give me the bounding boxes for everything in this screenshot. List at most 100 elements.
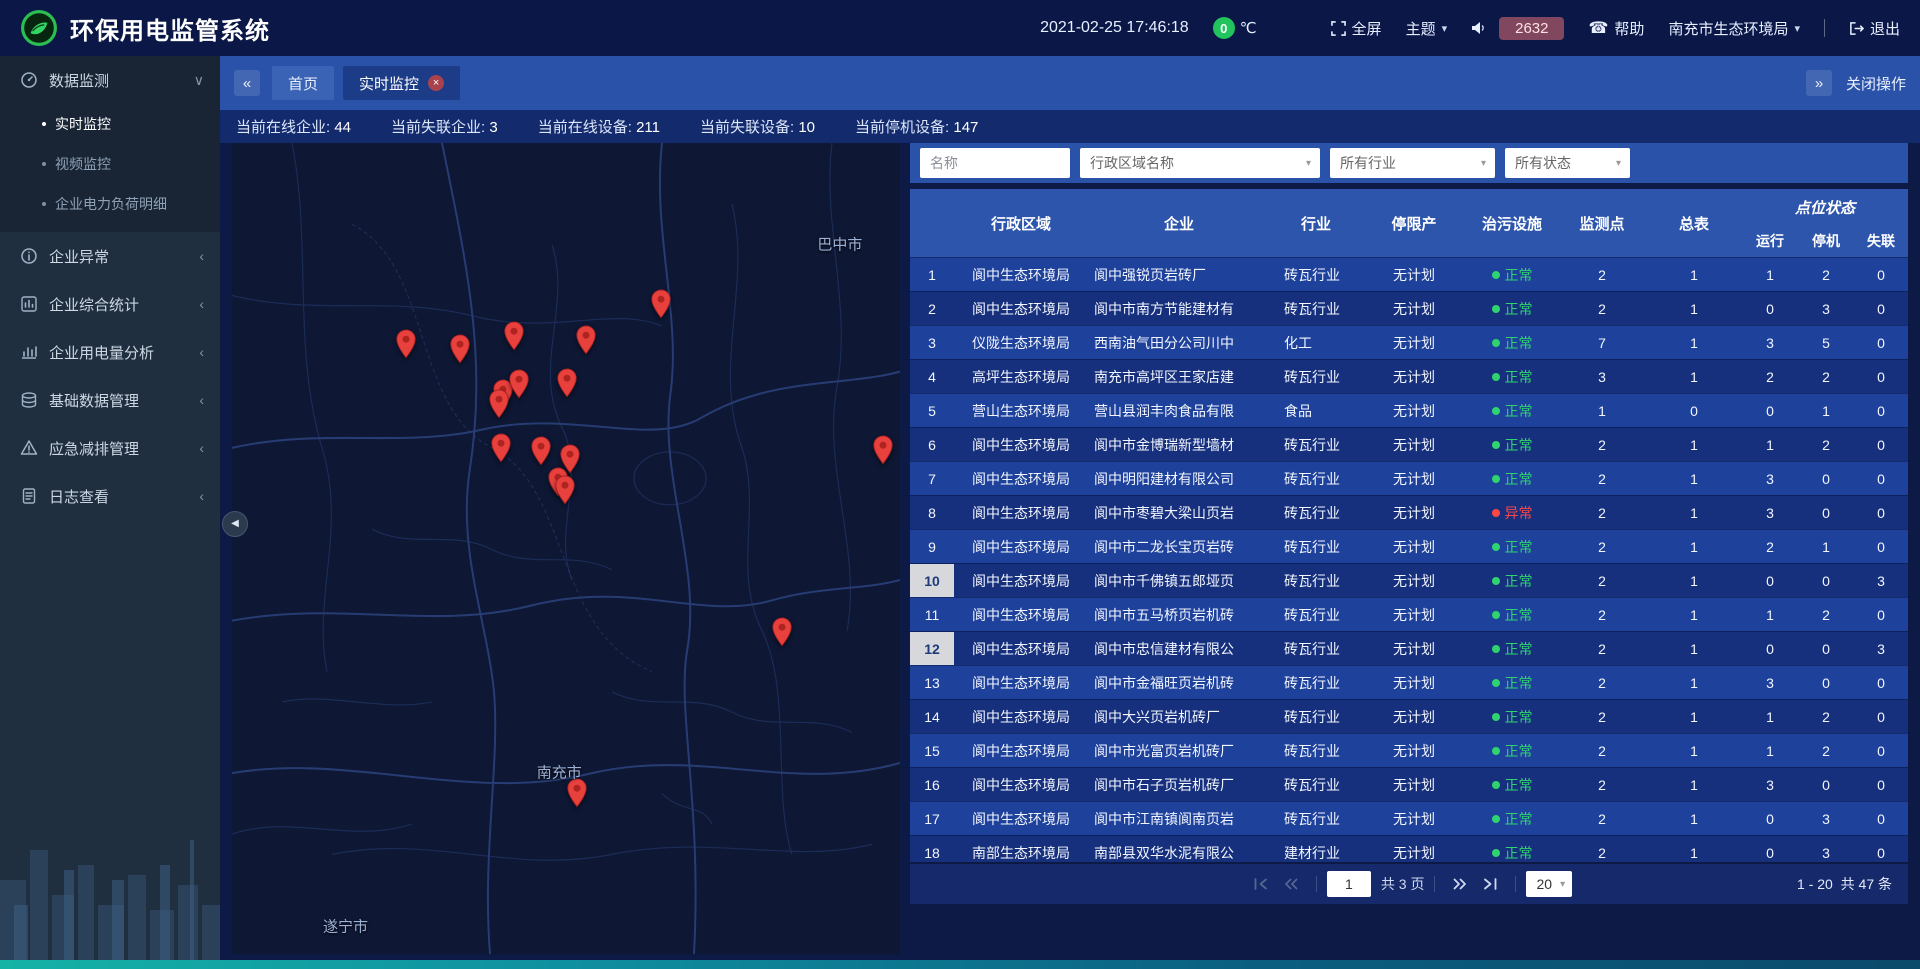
map-pin-icon[interactable] <box>650 289 671 319</box>
map-pin-icon[interactable] <box>490 433 511 463</box>
cell-run: 1 <box>1742 700 1798 733</box>
datetime-label: 2021-02-25 17:46:18 <box>1040 19 1189 37</box>
map-pin-icon[interactable] <box>395 329 416 359</box>
map-pin-icon[interactable] <box>450 334 471 364</box>
theme-dropdown[interactable]: 主题 ▾ <box>1406 18 1448 39</box>
status-filter-select[interactable]: 所有状态 ▾ <box>1505 148 1630 178</box>
cell-facility: 正常 <box>1466 258 1558 291</box>
tabs-scroll-left-button[interactable]: « <box>234 70 260 96</box>
notice-count-badge[interactable]: 2632 <box>1499 17 1564 40</box>
sidebar-item[interactable]: 企业电力负荷明细 <box>0 184 220 224</box>
cell-points: 2 <box>1558 598 1646 631</box>
cell-points: 2 <box>1558 564 1646 597</box>
page-number-input[interactable] <box>1327 871 1371 897</box>
map-pin-icon[interactable] <box>872 435 893 465</box>
table-header: 行政区域 企业 行业 停限产 治污设施 监测点 总表 点位状态 运行 停机 失联 <box>910 189 1908 257</box>
table-row[interactable]: 14阆中生态环境局阆中大兴页岩机砖厂砖瓦行业无计划正常21120 <box>910 699 1908 733</box>
sidebar-section-header[interactable]: 企业综合统计‹ <box>0 280 220 328</box>
chevron-down-icon: ▾ <box>1306 158 1311 169</box>
stat-label: 当前停机设备: <box>855 119 953 136</box>
map-pin-icon[interactable] <box>488 389 509 419</box>
industry-filter-select[interactable]: 所有行业 ▾ <box>1330 148 1495 178</box>
table-row[interactable]: 2阆中生态环境局阆中市南方节能建材有砖瓦行业无计划正常21030 <box>910 291 1908 325</box>
range-label: 1 - 20 <box>1797 876 1833 892</box>
table-row[interactable]: 4高坪生态环境局南充市高坪区王家店建砖瓦行业无计划正常31220 <box>910 359 1908 393</box>
sidebar-section-header[interactable]: 数据监测∨ <box>0 56 220 104</box>
table-row[interactable]: 10阆中生态环境局阆中市千佛镇五郎垭页砖瓦行业无计划正常21003 <box>910 563 1908 597</box>
table-row[interactable]: 11阆中生态环境局阆中市五马桥页岩机砖砖瓦行业无计划正常21120 <box>910 597 1908 631</box>
sidebar-section-header[interactable]: 应急减排管理‹ <box>0 424 220 472</box>
prev-page-button[interactable] <box>1283 878 1299 890</box>
map-pin-icon[interactable] <box>556 368 577 398</box>
table-row[interactable]: 6阆中生态环境局阆中市金博瑞新型墙材砖瓦行业无计划正常21120 <box>910 427 1908 461</box>
cell-points: 2 <box>1558 700 1646 733</box>
cell-facility: 正常 <box>1466 292 1558 325</box>
status-text: 正常 <box>1505 435 1533 455</box>
map-panel[interactable]: 巴中市南充市遂宁市 <box>232 143 900 954</box>
sidebar-item[interactable]: 实时监控 <box>0 104 220 144</box>
page-size-select[interactable]: 20 ▾ <box>1526 871 1572 897</box>
map-pin-icon[interactable] <box>531 436 552 466</box>
sidebar-section-header[interactable]: 基础数据管理‹ <box>0 376 220 424</box>
fullscreen-button[interactable]: 全屏 <box>1331 18 1382 39</box>
cell-industry: 砖瓦行业 <box>1270 666 1362 699</box>
close-operations-button[interactable]: 关闭操作 <box>1846 73 1906 94</box>
status-text: 正常 <box>1505 299 1533 319</box>
map-city-label: 巴中市 <box>817 234 862 255</box>
tab[interactable]: 首页 <box>272 66 334 100</box>
stat-item: 当前在线设备: 211 <box>538 116 660 137</box>
table-row[interactable]: 3仪陇生态环境局西南油气田分公司川中化工无计划正常71350 <box>910 325 1908 359</box>
status-dot-icon <box>1492 577 1500 585</box>
cell-meters: 1 <box>1646 326 1742 359</box>
cell-facility: 正常 <box>1466 326 1558 359</box>
map-pin-icon[interactable] <box>555 475 576 505</box>
map-pin-icon[interactable] <box>576 325 597 355</box>
announcement-button[interactable] <box>1471 21 1487 35</box>
table-row[interactable]: 1阆中生态环境局阆中强锐页岩砖厂砖瓦行业无计划正常21120 <box>910 257 1908 291</box>
cell-facility: 正常 <box>1466 802 1558 835</box>
sidebar-section-label: 基础数据管理 <box>49 390 199 411</box>
info-icon <box>20 247 38 265</box>
org-dropdown[interactable]: 南充市生态环境局 ▾ <box>1668 18 1800 39</box>
help-button[interactable]: ☎ 帮助 <box>1588 18 1644 39</box>
logout-button[interactable]: 退出 <box>1849 18 1900 39</box>
cell-limit: 无计划 <box>1362 666 1466 699</box>
sidebar-section-header[interactable]: 企业用电量分析‹ <box>0 328 220 376</box>
tabs-scroll-right-button[interactable]: » <box>1806 70 1832 96</box>
tab[interactable]: 实时监控× <box>343 66 460 100</box>
table-row[interactable]: 15阆中生态环境局阆中市光富页岩机砖厂砖瓦行业无计划正常21120 <box>910 733 1908 767</box>
cell-industry: 化工 <box>1270 326 1362 359</box>
sidebar-section: 企业用电量分析‹ <box>0 328 220 376</box>
cell-region: 高坪生态环境局 <box>954 360 1088 393</box>
stats-bar: 当前在线企业: 44当前失联企业: 3当前在线设备: 211当前失联设备: 10… <box>220 110 1920 143</box>
map-pin-icon[interactable] <box>771 617 792 647</box>
region-filter-select[interactable]: 行政区域名称 ▾ <box>1080 148 1320 178</box>
row-number: 7 <box>910 462 954 495</box>
next-page-button[interactable] <box>1452 878 1468 890</box>
cell-facility: 正常 <box>1466 394 1558 427</box>
cell-company: 阆中市金福旺页岩机砖 <box>1088 666 1270 699</box>
close-icon[interactable]: × <box>428 75 444 91</box>
map-pin-icon[interactable] <box>509 369 530 399</box>
map-collapse-button[interactable]: ◀ <box>222 511 248 537</box>
table-row[interactable]: 17阆中生态环境局阆中市江南镇阆南页岩砖瓦行业无计划正常21030 <box>910 801 1908 835</box>
cell-facility: 正常 <box>1466 768 1558 801</box>
map-pin-icon[interactable] <box>567 778 588 808</box>
last-page-button[interactable] <box>1482 878 1498 890</box>
table-row[interactable]: 13阆中生态环境局阆中市金福旺页岩机砖砖瓦行业无计划正常21300 <box>910 665 1908 699</box>
sidebar-section-header[interactable]: 企业异常‹ <box>0 232 220 280</box>
map-pin-icon[interactable] <box>503 321 524 351</box>
table-row[interactable]: 7阆中生态环境局阆中明阳建材有限公司砖瓦行业无计划正常21300 <box>910 461 1908 495</box>
name-filter-input[interactable] <box>920 148 1070 178</box>
sidebar-item[interactable]: 视频监控 <box>0 144 220 184</box>
table-row[interactable]: 9阆中生态环境局阆中市二龙长宝页岩砖砖瓦行业无计划正常21210 <box>910 529 1908 563</box>
table-row[interactable]: 12阆中生态环境局阆中市忠信建材有限公砖瓦行业无计划正常21003 <box>910 631 1908 665</box>
table-row[interactable]: 18南部生态环境局南部县双华水泥有限公建材行业无计划正常21030 <box>910 835 1908 862</box>
first-page-button[interactable] <box>1253 878 1269 890</box>
cell-stop: 2 <box>1798 700 1854 733</box>
table-row[interactable]: 16阆中生态环境局阆中市石子页岩机砖厂砖瓦行业无计划正常21300 <box>910 767 1908 801</box>
row-number: 6 <box>910 428 954 461</box>
table-row[interactable]: 5营山生态环境局营山县润丰肉食品有限食品无计划正常10010 <box>910 393 1908 427</box>
sidebar-section-header[interactable]: 日志查看‹ <box>0 472 220 520</box>
table-row[interactable]: 8阆中生态环境局阆中市枣碧大梁山页岩砖瓦行业无计划异常21300 <box>910 495 1908 529</box>
